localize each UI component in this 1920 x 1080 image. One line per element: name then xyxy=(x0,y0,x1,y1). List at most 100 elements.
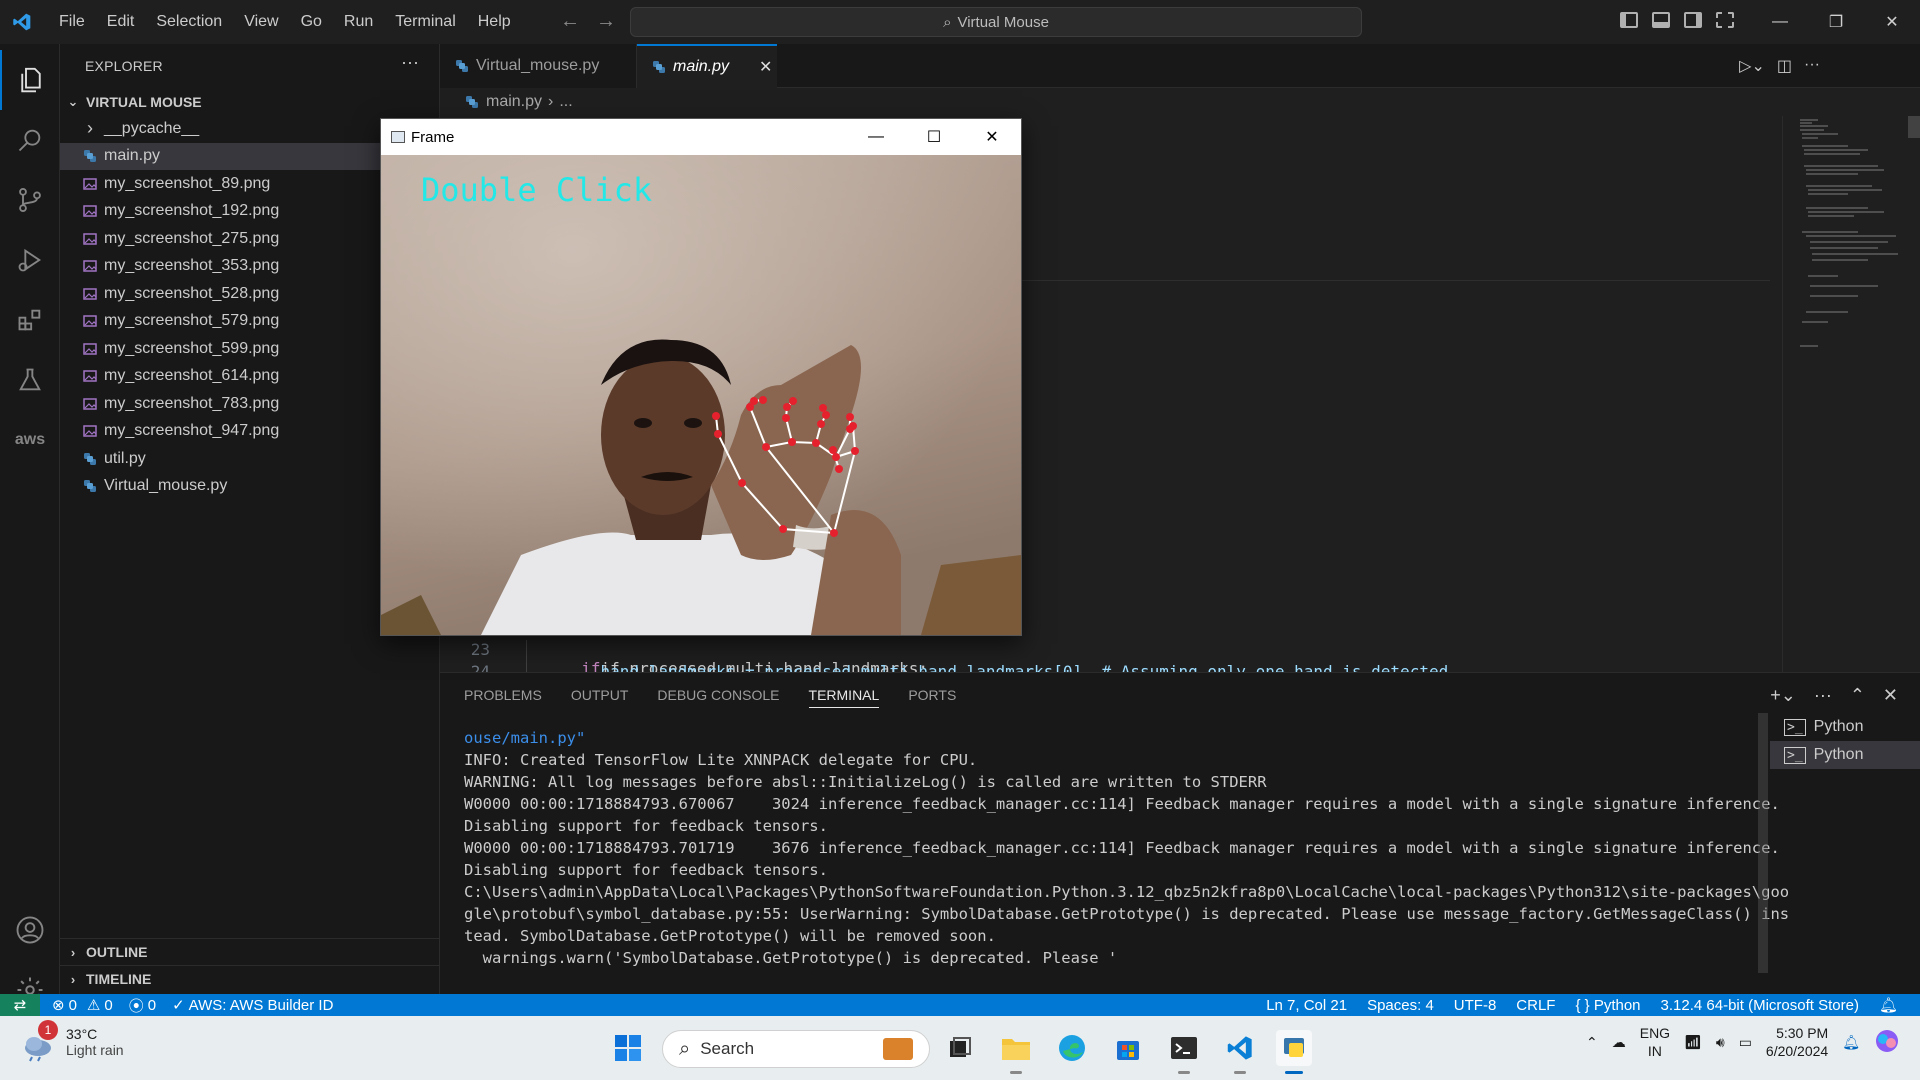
restore-icon[interactable]: ❐ xyxy=(1808,0,1864,44)
toggle-panel-icon[interactable] xyxy=(1652,12,1670,28)
tab-virtual-mouse[interactable]: Virtual_mouse.py xyxy=(440,44,637,88)
indentation[interactable]: Spaces: 4 xyxy=(1367,997,1434,1014)
frame-maximize-icon[interactable]: ☐ xyxy=(905,119,963,155)
battery-icon[interactable]: ▭ xyxy=(1739,1034,1752,1051)
source-control-icon[interactable] xyxy=(0,170,60,230)
command-center[interactable]: ⌕ Virtual Mouse xyxy=(630,7,1362,37)
onedrive-offline-icon[interactable]: ☁︎ xyxy=(1612,1034,1626,1051)
breadcrumb-file[interactable]: main.py xyxy=(486,93,542,111)
testing-icon[interactable] xyxy=(0,350,60,410)
weather-widget[interactable]: 1 33°C Light rain xyxy=(20,1020,124,1062)
tab-problems[interactable]: PROBLEMS xyxy=(464,687,542,708)
search-icon: ⌕ xyxy=(679,1037,691,1060)
line-number: 24 xyxy=(470,662,490,672)
toggle-secondary-sidebar-icon[interactable] xyxy=(1684,12,1702,28)
tab-main[interactable]: main.py ✕ xyxy=(637,44,777,88)
python-file-icon xyxy=(82,148,98,164)
terminal-item[interactable]: >_ Python xyxy=(1770,713,1920,741)
tree-item-label: my_screenshot_579.png xyxy=(104,312,280,329)
microsoft-store-icon[interactable] xyxy=(1110,1030,1146,1066)
cursor-position[interactable]: Ln 7, Col 21 xyxy=(1266,997,1347,1014)
menu-help[interactable]: Help xyxy=(467,13,522,31)
close-panel-icon[interactable]: ✕ xyxy=(1883,685,1898,706)
remote-indicator-icon[interactable]: ⇄ xyxy=(0,994,40,1016)
wifi-icon[interactable]: 📶︎ xyxy=(1684,1034,1702,1051)
vscode-app-icon[interactable] xyxy=(1222,1030,1258,1074)
warning-count: 0 xyxy=(104,996,113,1014)
ports-status[interactable]: ⦿ 0 xyxy=(129,995,156,1016)
aws-icon[interactable]: aws xyxy=(0,410,60,470)
volume-icon[interactable]: 🔊︎ xyxy=(1716,1034,1725,1051)
aws-status[interactable]: ✓ AWS: AWS Builder ID xyxy=(172,996,333,1015)
accounts-icon[interactable] xyxy=(0,900,60,960)
forward-arrow-icon[interactable]: → xyxy=(596,10,616,33)
terminal-line: W0000 00:00:1718884793.701719 3676 infer… xyxy=(464,839,1780,857)
run-debug-icon[interactable] xyxy=(0,230,60,290)
weather-temp: 33°C xyxy=(66,1026,98,1042)
customize-layout-icon[interactable] xyxy=(1716,12,1734,28)
new-terminal-icon[interactable]: +⌄ xyxy=(1770,685,1796,706)
python-app-icon[interactable] xyxy=(1276,1030,1312,1074)
terminal-app-icon[interactable] xyxy=(1166,1030,1202,1074)
edge-browser-icon[interactable] xyxy=(1054,1030,1090,1066)
frame-window[interactable]: Frame — ☐ ✕ Double Click xyxy=(380,118,1022,636)
menu-go[interactable]: Go xyxy=(290,13,333,31)
clock[interactable]: 5:30 PM 6/20/2024 xyxy=(1766,1024,1828,1060)
copilot-icon[interactable] xyxy=(1874,1028,1900,1057)
minimap[interactable] xyxy=(1788,116,1908,366)
tab-output[interactable]: OUTPUT xyxy=(571,687,629,708)
close-tab-icon[interactable]: ✕ xyxy=(759,57,772,77)
line-ending[interactable]: CRLF xyxy=(1516,997,1555,1014)
show-hidden-icons-icon[interactable]: ⌃ xyxy=(1586,1034,1598,1051)
maximize-panel-icon[interactable]: ⌃ xyxy=(1850,685,1865,706)
interpreter[interactable]: 3.12.4 64-bit (Microsoft Store) xyxy=(1661,997,1859,1014)
frame-close-icon[interactable]: ✕ xyxy=(963,119,1021,155)
notifications-bell-icon[interactable]: 🔔︎ xyxy=(1879,996,1898,1014)
task-view-icon[interactable] xyxy=(942,1030,978,1066)
windows-taskbar: 1 33°C Light rain ⌕ Search ⌃ ☁︎ ENG IN 📶… xyxy=(0,1016,1920,1080)
toggle-primary-sidebar-icon[interactable] xyxy=(1620,12,1638,28)
menu-terminal[interactable]: Terminal xyxy=(384,13,466,31)
terminal-scrollbar[interactable] xyxy=(1758,713,1768,973)
problems-status[interactable]: ⊗ 0 ⚠ 0 xyxy=(52,996,113,1015)
search-icon[interactable] xyxy=(0,110,60,170)
terminal-line: warnings.warn('SymbolDatabase.GetPrototy… xyxy=(464,949,1118,967)
tab-ports[interactable]: PORTS xyxy=(908,687,956,708)
terminal-output[interactable]: ouse/main.py" INFO: Created TensorFlow Li… xyxy=(464,727,1789,969)
tab-debug-console[interactable]: DEBUG CONSOLE xyxy=(657,687,779,708)
menu-run[interactable]: Run xyxy=(333,13,384,31)
run-file-icon[interactable]: ▷⌄ xyxy=(1739,56,1765,76)
notification-center-icon[interactable]: 🔔︎ xyxy=(1842,1034,1860,1051)
frame-app-icon xyxy=(391,131,405,143)
python-file-icon xyxy=(82,451,98,467)
explorer-icon[interactable] xyxy=(0,50,60,110)
menu-edit[interactable]: Edit xyxy=(96,13,146,31)
start-button-icon[interactable] xyxy=(610,1030,646,1066)
tab-terminal[interactable]: TERMINAL xyxy=(808,687,880,708)
split-editor-icon[interactable]: ◫ xyxy=(1777,56,1792,76)
minimize-icon[interactable]: — xyxy=(1752,0,1808,44)
breadcrumb-rest[interactable]: ... xyxy=(559,93,572,111)
menu-file[interactable]: File xyxy=(48,13,96,31)
more-actions-icon[interactable]: ··· xyxy=(1804,56,1820,76)
folder-header[interactable]: ⌄ VIRTUAL MOUSE xyxy=(60,88,440,115)
terminal-item[interactable]: >_ Python xyxy=(1770,741,1920,769)
menu-view[interactable]: View xyxy=(233,13,289,31)
close-icon[interactable]: ✕ xyxy=(1864,0,1920,44)
more-actions-icon[interactable]: ··· xyxy=(401,52,419,73)
language-mode[interactable]: { } Python xyxy=(1575,997,1640,1014)
file-explorer-icon[interactable] xyxy=(998,1030,1034,1074)
scrollbar-thumb[interactable] xyxy=(1908,116,1920,138)
frame-titlebar[interactable]: Frame — ☐ ✕ xyxy=(381,119,1021,155)
encoding[interactable]: UTF-8 xyxy=(1454,997,1497,1014)
extensions-icon[interactable] xyxy=(0,290,60,350)
outline-section[interactable]: › OUTLINE xyxy=(60,938,440,965)
menu-selection[interactable]: Selection xyxy=(145,13,233,31)
timeline-section[interactable]: › TIMELINE xyxy=(60,965,440,992)
language-indicator[interactable]: ENG IN xyxy=(1640,1024,1670,1060)
frame-minimize-icon[interactable]: — xyxy=(847,119,905,155)
taskbar-search[interactable]: ⌕ Search xyxy=(662,1030,930,1068)
more-actions-icon[interactable]: ··· xyxy=(1814,685,1832,706)
back-arrow-icon[interactable]: ← xyxy=(560,10,580,33)
tree-item-label: Virtual_mouse.py xyxy=(104,477,228,494)
